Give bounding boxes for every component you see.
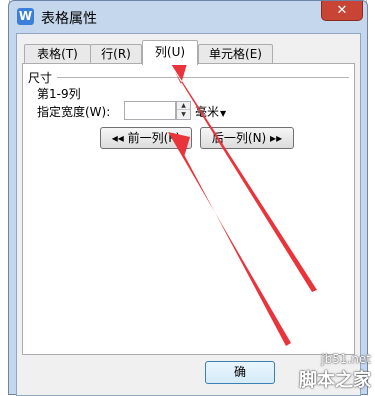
specify-width-label: 指定宽度(W): bbox=[37, 105, 111, 119]
tab-cell[interactable]: 单元格(E) bbox=[198, 44, 273, 64]
wps-app-icon: W bbox=[17, 8, 34, 25]
tab-table[interactable]: 表格(T) bbox=[24, 44, 91, 64]
close-icon: ✕ bbox=[336, 3, 348, 18]
watermark-url: jb51.net bbox=[321, 352, 371, 366]
next-column-button[interactable]: 后一列(N) ▸▸ bbox=[200, 127, 294, 149]
site-watermark: jb51.net 脚本之家 bbox=[299, 352, 371, 392]
ok-button[interactable]: 确 bbox=[205, 361, 275, 384]
unit-value: 毫米 bbox=[195, 105, 220, 119]
tab-row[interactable]: 行(R) bbox=[90, 44, 142, 64]
table-properties-dialog: W 表格属性 ✕ 表格(T) 行(R) 列(U) 单元格(E) 尺寸 第1-9列… bbox=[8, 0, 368, 396]
width-input[interactable] bbox=[124, 101, 176, 120]
title-bar[interactable]: W 表格属性 ✕ bbox=[9, 1, 367, 33]
close-button[interactable]: ✕ bbox=[321, 1, 363, 21]
dialog-client-area: 表格(T) 行(R) 列(U) 单元格(E) 尺寸 第1-9列 指定宽度(W):… bbox=[16, 33, 361, 396]
column-tab-panel: 尺寸 第1-9列 指定宽度(W): ▲ ▼ 毫米▼ ◂◂ 前一列(P) 后一列(… bbox=[22, 63, 355, 355]
watermark-name: 脚本之家 bbox=[299, 370, 371, 391]
tab-column[interactable]: 列(U) bbox=[142, 40, 198, 65]
spin-down-icon[interactable]: ▼ bbox=[177, 111, 190, 119]
chevron-down-icon: ▼ bbox=[220, 109, 227, 118]
group-divider bbox=[57, 77, 349, 78]
spin-up-icon[interactable]: ▲ bbox=[177, 102, 190, 110]
column-range-label: 第1-9列 bbox=[37, 87, 81, 101]
width-spinner[interactable]: ▲ ▼ bbox=[176, 101, 191, 120]
previous-column-button[interactable]: ◂◂ 前一列(P) bbox=[100, 127, 192, 149]
size-group-label: 尺寸 bbox=[28, 71, 53, 85]
unit-dropdown[interactable]: 毫米▼ bbox=[195, 103, 226, 120]
dialog-title: 表格属性 bbox=[41, 11, 97, 27]
